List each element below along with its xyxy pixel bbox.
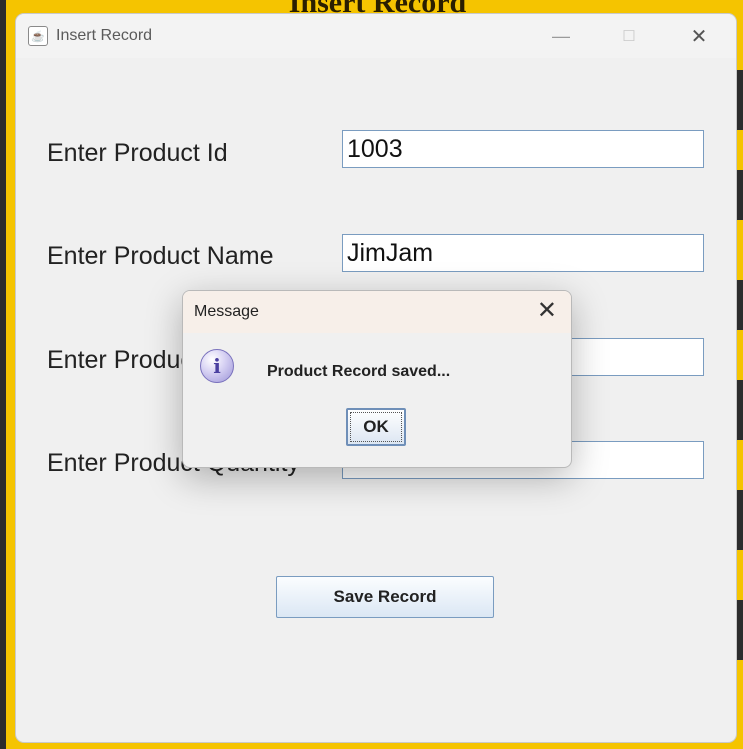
window-titlebar[interactable]: ☕ Insert Record — ☐ ✕ — [16, 14, 736, 58]
dialog-close-button[interactable]: ✕ — [537, 299, 557, 323]
window-title: Insert Record — [56, 27, 153, 44]
dialog-message: Product Record saved... — [267, 363, 451, 380]
dialog-titlebar[interactable]: Message ✕ — [183, 291, 571, 333]
product-id-input[interactable]: 1003 — [342, 130, 704, 168]
minimize-button[interactable]: — — [538, 14, 584, 58]
product-name-label: Enter Product Name — [47, 242, 274, 270]
save-record-button[interactable]: Save Record — [276, 576, 494, 618]
info-icon: i — [200, 349, 234, 383]
message-dialog: Message ✕ i Product Record saved... OK — [182, 290, 572, 468]
dialog-title: Message — [194, 303, 259, 320]
ok-button[interactable]: OK — [346, 408, 406, 446]
close-button[interactable]: ✕ — [676, 14, 722, 58]
product-name-input[interactable]: JimJam — [342, 234, 704, 272]
maximize-button[interactable]: ☐ — [606, 14, 652, 58]
java-cup-icon: ☕ — [28, 26, 48, 46]
product-id-label: Enter Product Id — [47, 139, 228, 167]
